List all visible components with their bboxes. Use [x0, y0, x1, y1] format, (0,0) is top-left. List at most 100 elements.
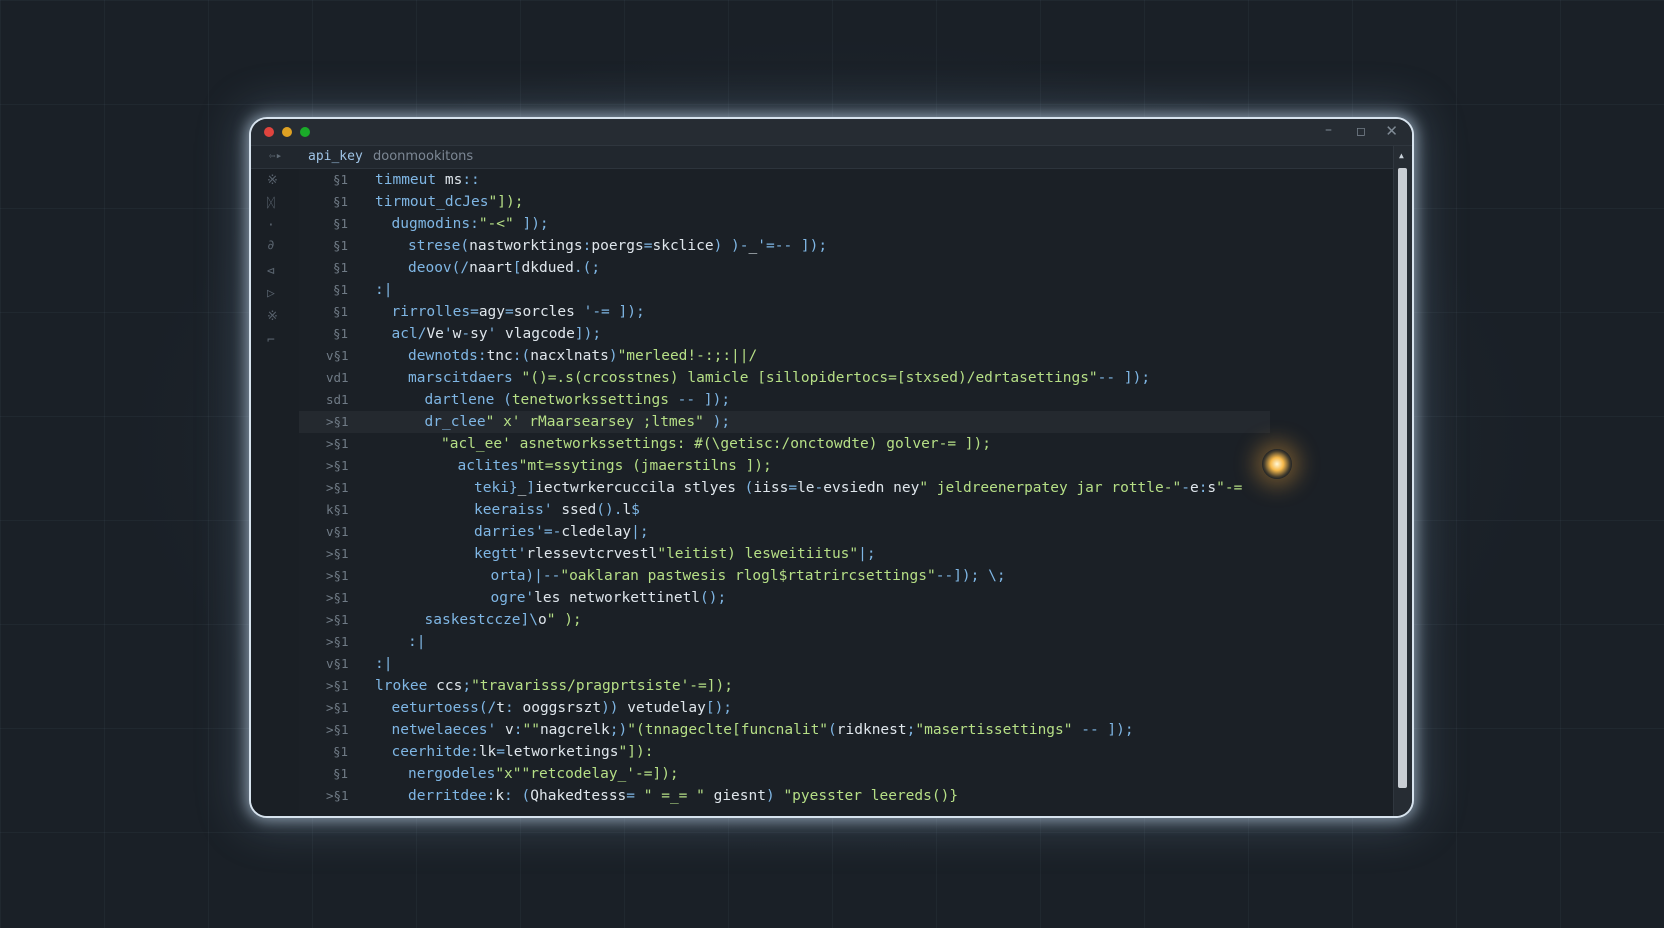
code-line[interactable]: >§1 derritdee:k: (Qhakedtesss= " =_= " gi… [299, 785, 1394, 807]
code-text: saskestccze]\o" ); [424, 612, 582, 628]
code-text: strese(nastworktings:poergs=skclice) )-_… [408, 238, 828, 254]
line-number: >§1 [326, 678, 349, 693]
vertical-scrollbar[interactable]: ▲ [1393, 146, 1412, 816]
line-number: >§1 [326, 480, 349, 495]
code-line[interactable]: §1 ceerhitde:lk=letworketings"]): [299, 741, 1394, 763]
nav-arrows-icon[interactable]: ⇦▸ [269, 149, 282, 162]
line-number: >§1 [326, 634, 349, 649]
code-line[interactable]: §1 strese(nastworktings:poergs=skclice) )… [299, 235, 1394, 257]
code-text: darries'=-cledelay|; [474, 524, 649, 540]
code-line[interactable]: v§1 dewnotds:tnc:(nacxlnats)"merleed!-:;:… [299, 345, 1394, 367]
code-line[interactable]: >§1 netwelaeces' v:""nagcrelk;)"(tnnagecl… [299, 719, 1394, 741]
code-line[interactable]: >§1 saskestccze]\o" ); [299, 609, 1394, 631]
code-line[interactable]: §1 dugmodins:"-<" ]); [299, 213, 1394, 235]
code-text: nergodeles"x""retcodelay_'-=]); [408, 766, 679, 782]
scroll-thumb[interactable] [1398, 168, 1407, 788]
code-text: orta)|--"oaklaran pastwesis rlogl$rtatri… [490, 568, 1006, 584]
line-number: §1 [332, 282, 348, 297]
code-text: eeturtoess(/t: ooggsrszt)) vetudelay[); [391, 700, 733, 716]
settings-icon[interactable]: ※ [267, 309, 278, 324]
code-line[interactable]: sd1 dartlene (tenetworkssettings -- ]); [299, 389, 1394, 411]
close-button[interactable]: ✕ [1385, 122, 1398, 140]
code-line[interactable]: >§1 kegtt'rlessevtcrvestl"leitist) leswei… [299, 543, 1394, 565]
tool-icon[interactable]: ⌐ [267, 333, 275, 348]
code-text: "acl_ee' asnetworkssettings: #(\getisc:/… [441, 436, 991, 452]
line-number: >§1 [326, 414, 349, 429]
code-line[interactable]: §1 nergodeles"x""retcodelay_'-=]); [299, 763, 1394, 785]
code-line[interactable]: §1 rirrolles=agy=sorcles '-= ]); [299, 301, 1394, 323]
code-line[interactable]: >§1 "acl_ee' asnetworkssettings: #(\getis… [299, 433, 1394, 455]
code-text: marscitdaers "()=.s(crcosstnes) lamicle … [408, 370, 1151, 386]
code-text: lrokee ccs;"travarisss/pragprtsiste'-=])… [375, 678, 733, 694]
code-text: tirmout_dcJes"]); [375, 194, 524, 210]
code-line[interactable]: vd1 marscitdaers "()=.s(crcosstnes) lamic… [299, 367, 1394, 389]
code-line[interactable]: >§1 lrokee ccs;"travarisss/pragprtsiste'-… [299, 675, 1394, 697]
line-number: v§1 [326, 656, 349, 671]
branch-icon[interactable]: ᛞ [267, 196, 275, 211]
code-text: dartlene (tenetworkssettings -- ]); [424, 392, 731, 408]
line-number: >§1 [326, 722, 349, 737]
code-line[interactable]: >§1 dr_clee" x' rMaarsearsey ;ltmes" ); [299, 411, 1270, 433]
code-text: :| [408, 634, 426, 650]
extensions-icon[interactable]: ⊲ [267, 264, 275, 279]
line-number: >§1 [326, 546, 349, 561]
code-line[interactable]: §1 :| [299, 279, 1394, 301]
line-number: v§1 [326, 524, 349, 539]
code-text: ceerhitde:lk=letworketings"]): [391, 744, 654, 760]
line-number: §1 [332, 304, 348, 319]
line-number: §1 [332, 238, 348, 253]
line-number: vd1 [326, 370, 349, 385]
minimize-button[interactable]: – [1325, 122, 1332, 138]
line-number: >§1 [326, 458, 349, 473]
line-number: §1 [332, 260, 348, 275]
light-flare [1262, 449, 1292, 479]
line-number: §1 [332, 766, 348, 781]
debug-icon[interactable]: ∂ [267, 238, 275, 253]
line-number: >§1 [326, 568, 349, 583]
code-line[interactable]: >§1 orta)|--"oaklaran pastwesis rlogl$rta… [299, 565, 1394, 587]
line-number: §1 [332, 744, 348, 759]
search-icon[interactable]: ※ [267, 173, 278, 188]
code-line[interactable]: v§1 darries'=-cledelay|; [299, 521, 1394, 543]
tab-doonmookitons[interactable]: doonmookitons [373, 149, 473, 164]
code-text: keeraiss' ssed().l$ [474, 502, 640, 518]
code-line[interactable]: >§1 teki}_]iectwrkercuccila stlyes (iiss=… [299, 477, 1394, 499]
activity-bar: ※ ᛞ · ∂ ⊲ ▷ ※ ⌐ [251, 169, 300, 816]
code-line[interactable]: k§1 keeraiss' ssed().l$ [299, 499, 1394, 521]
code-text: rirrolles=agy=sorcles '-= ]); [391, 304, 645, 320]
code-text: dugmodins:"-<" ]); [391, 216, 549, 232]
code-line[interactable]: §1 timmeut ms:: [299, 169, 1394, 191]
code-line[interactable]: >§1 aclites"mt=ssytings (jmaerstilns ]); [299, 455, 1394, 477]
code-text: ogre'les networkettinetl(); [490, 590, 727, 606]
code-line[interactable]: §1 acl/Ve'w-sy' vlagcode]); [299, 323, 1394, 345]
line-number: §1 [332, 326, 348, 341]
code-line[interactable]: §1 tirmout_dcJes"]); [299, 191, 1394, 213]
close-dot-button[interactable] [264, 127, 274, 137]
minimize-dot-button[interactable] [282, 127, 292, 137]
code-editor[interactable]: §1 timmeut ms:: §1 tirmout_dcJes"]); §1 dugmo… [299, 169, 1394, 816]
tab-bar: ⇦▸ api_key doonmookitons [251, 146, 1394, 169]
maximize-button[interactable]: ◻ [1356, 124, 1366, 138]
run-icon[interactable]: ▷ [267, 286, 275, 301]
line-number: >§1 [326, 436, 349, 451]
line-number: >§1 [326, 788, 349, 803]
code-text: :| [375, 282, 393, 298]
code-line[interactable]: >§1 eeturtoess(/t: ooggsrszt)) vetudelay[… [299, 697, 1394, 719]
line-number: sd1 [326, 392, 349, 407]
line-number: v§1 [326, 348, 349, 363]
editor-window: – ◻ ✕ ⇦▸ api_key doonmookitons ※ ᛞ · ∂ ⊲ ▷ ※ ⌐ … [249, 117, 1414, 818]
code-text: deoov(/naart[dkdued.(; [408, 260, 601, 276]
line-number: §1 [332, 216, 348, 231]
code-line[interactable]: §1 deoov(/naart[dkdued.(; [299, 257, 1394, 279]
code-text: netwelaeces' v:""nagcrelk;)"(tnnageclte[… [391, 722, 1134, 738]
scroll-up-icon[interactable]: ▲ [1399, 151, 1404, 160]
code-text: dr_clee" x' rMaarsearsey ;ltmes" ); [424, 414, 731, 430]
code-line[interactable]: >§1 ogre'les networkettinetl(); [299, 587, 1394, 609]
code-line[interactable]: >§1 :| [299, 631, 1394, 653]
code-text: derritdee:k: (Qhakedtesss= " =_= " giesn… [408, 788, 959, 804]
zoom-dot-button[interactable] [300, 127, 310, 137]
line-number: §1 [332, 194, 348, 209]
tab-api-key[interactable]: api_key [308, 149, 363, 164]
code-line[interactable]: v§1:| [299, 653, 1394, 675]
separator-icon[interactable]: · [267, 218, 275, 233]
